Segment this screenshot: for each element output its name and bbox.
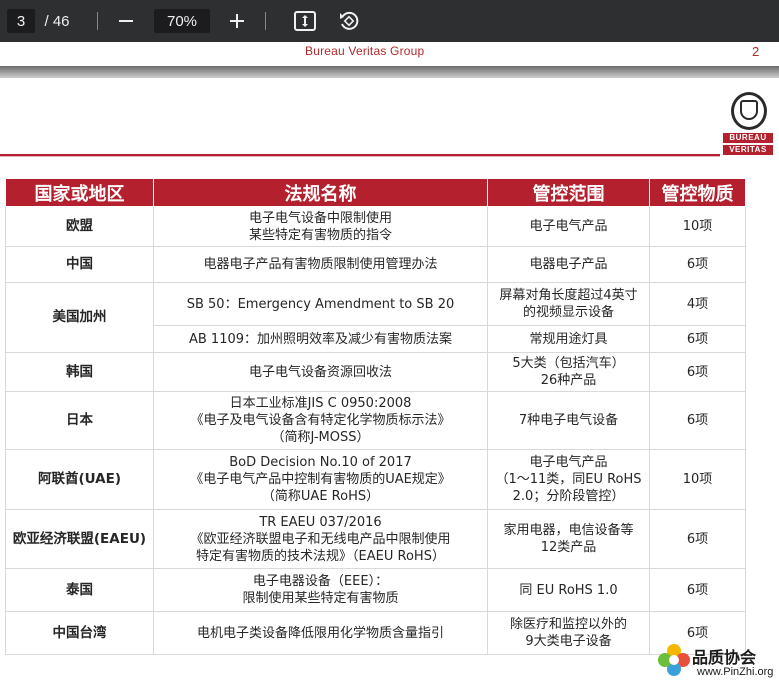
region-cell: 欧盟 — [5, 206, 154, 247]
region-cell: 韩国 — [5, 352, 154, 392]
toolbar-divider — [265, 12, 266, 30]
page-total-label: / 46 — [44, 12, 70, 30]
scope-cell: 除医疗和监控以外的 9大类电子设备 — [487, 611, 650, 655]
substances-cell: 10项 — [649, 206, 746, 247]
table-row: 阿联酋(UAE) BoD Decision No.10 of 2017 《电子电气… — [5, 449, 746, 510]
regulation-cell: 电器电子产品有害物质限制使用管理办法 — [153, 246, 488, 283]
previous-page-number: 2 — [752, 44, 760, 59]
substances-cell: 6项 — [649, 325, 746, 353]
scope-cell: 电子电气产品 — [487, 206, 650, 247]
slide-page: BUREAU VERITAS 国家或地区 法规名称 管控范围 管控物质 欧盟 电… — [0, 78, 779, 684]
pdf-toolbar: 3 / 46 70% — [0, 0, 779, 42]
regulation-cell: 电子电气设备资源回收法 — [153, 352, 488, 392]
table-row: 韩国 电子电气设备资源回收法 5大类（包括汽车） 26种产品 6项 — [5, 352, 746, 392]
scope-cell: 7种电子电气设备 — [487, 391, 650, 450]
table-row: 欧亚经济联盟(EAEU) TR EAEU 037/2016 《欧亚经济联盟电子和无… — [5, 509, 746, 569]
table-row: 美国加州 SB 50：Emergency Amendment to SB 20 … — [5, 282, 746, 353]
scope-cell: 电子电气产品 （1～11类，同EU RoHS 2.0；分阶段管控） — [487, 449, 650, 510]
regulation-cell: SB 50：Emergency Amendment to SB 20 — [153, 282, 488, 326]
region-cell: 中国 — [5, 246, 154, 283]
table-row: 中国 电器电子产品有害物质限制使用管理办法 电器电子产品 6项 — [5, 246, 746, 283]
scope-cell: 家用电器，电信设备等 12类产品 — [487, 509, 650, 569]
substances-cell: 10项 — [649, 449, 746, 510]
table-header-row: 国家或地区 法规名称 管控范围 管控物质 — [5, 178, 746, 207]
region-cell: 泰国 — [5, 568, 154, 612]
region-cell: 中国台湾 — [5, 611, 154, 655]
scope-cell: 同 EU RoHS 1.0 — [487, 568, 650, 612]
bureau-veritas-logo: BUREAU VERITAS — [720, 88, 776, 158]
zoom-level-input[interactable]: 70% — [154, 9, 210, 33]
watermark-text: 品质协会 — [692, 648, 757, 667]
regulation-cell: 电子电气设备中限制使用 某些特定有害物质的指令 — [153, 206, 488, 247]
header-region: 国家或地区 — [5, 178, 154, 207]
region-cell: 欧亚经济联盟(EAEU) — [5, 509, 154, 569]
region-cell: 日本 — [5, 391, 154, 450]
fit-page-icon[interactable] — [292, 9, 318, 33]
logo-word-bottom: VERITAS — [723, 145, 773, 155]
watermark-url: www.PinZhi.org — [697, 666, 774, 678]
flower-logo-icon — [658, 644, 690, 676]
substances-cell: 4项 — [649, 282, 746, 326]
header-scope: 管控范围 — [487, 178, 650, 207]
regulation-cell: 电机电子类设备降低限用化学物质含量指引 — [153, 611, 488, 655]
regulation-cell: TR EAEU 037/2016 《欧亚经济联盟电子和无线电产品中限制使用 特定有害… — [153, 509, 488, 569]
regulation-table: 国家或地区 法规名称 管控范围 管控物质 欧盟 电子电气设备中限制使用 某些特定有… — [5, 178, 746, 655]
substances-cell: 6项 — [649, 246, 746, 283]
zoom-in-icon[interactable] — [224, 9, 250, 33]
substances-cell: 6项 — [649, 509, 746, 569]
toolbar-divider — [97, 12, 98, 30]
rotate-icon[interactable] — [336, 9, 362, 33]
regulation-cell: AB 1109：加州照明效率及减少有害物质法案 — [153, 325, 488, 353]
regulation-cell: BoD Decision No.10 of 2017 《电子电气产品中控制有害物质… — [153, 449, 488, 510]
regulation-cell: 电子电器设备（EEE）： 限制使用某些特定有害物质 — [153, 568, 488, 612]
scope-cell: 屏幕对角长度超过4英寸 的视频显示设备 — [487, 282, 650, 326]
page-number-input[interactable]: 3 — [7, 9, 35, 33]
scope-cell: 5大类（包括汽车） 26种产品 — [487, 352, 650, 392]
substances-cell: 6项 — [649, 391, 746, 450]
table-row: 中国台湾 电机电子类设备降低限用化学物质含量指引 除医疗和监控以外的 9大类电子设… — [5, 611, 746, 655]
previous-page-footer: Bureau Veritas Group — [305, 44, 425, 58]
zoom-out-icon[interactable] — [113, 9, 139, 33]
table-row: 日本 日本工业标准JIS C 0950:2008 《电子及电气设备含有特定化学物质… — [5, 391, 746, 450]
logo-seal-icon — [731, 92, 767, 130]
region-cell: 美国加州 — [5, 282, 154, 353]
substances-cell: 6项 — [649, 568, 746, 612]
pinzhi-watermark: 品质协会 www.PinZhi.org — [655, 641, 777, 681]
logo-word-top: BUREAU — [723, 133, 773, 143]
table-row: 欧盟 电子电气设备中限制使用 某些特定有害物质的指令 电子电气产品 10项 — [5, 206, 746, 247]
substances-cell: 6项 — [649, 352, 746, 392]
scope-cell: 常规用途灯具 — [487, 325, 650, 353]
header-rule — [0, 154, 720, 157]
scope-cell: 电器电子产品 — [487, 246, 650, 283]
regulation-cell: 日本工业标准JIS C 0950:2008 《电子及电气设备含有特定化学物质标示法… — [153, 391, 488, 450]
page-gap — [0, 66, 779, 78]
region-cell: 阿联酋(UAE) — [5, 449, 154, 510]
table-row: 泰国 电子电器设备（EEE）： 限制使用某些特定有害物质 同 EU RoHS 1.… — [5, 568, 746, 612]
header-regulation: 法规名称 — [153, 178, 488, 207]
header-substances: 管控物质 — [649, 178, 746, 207]
